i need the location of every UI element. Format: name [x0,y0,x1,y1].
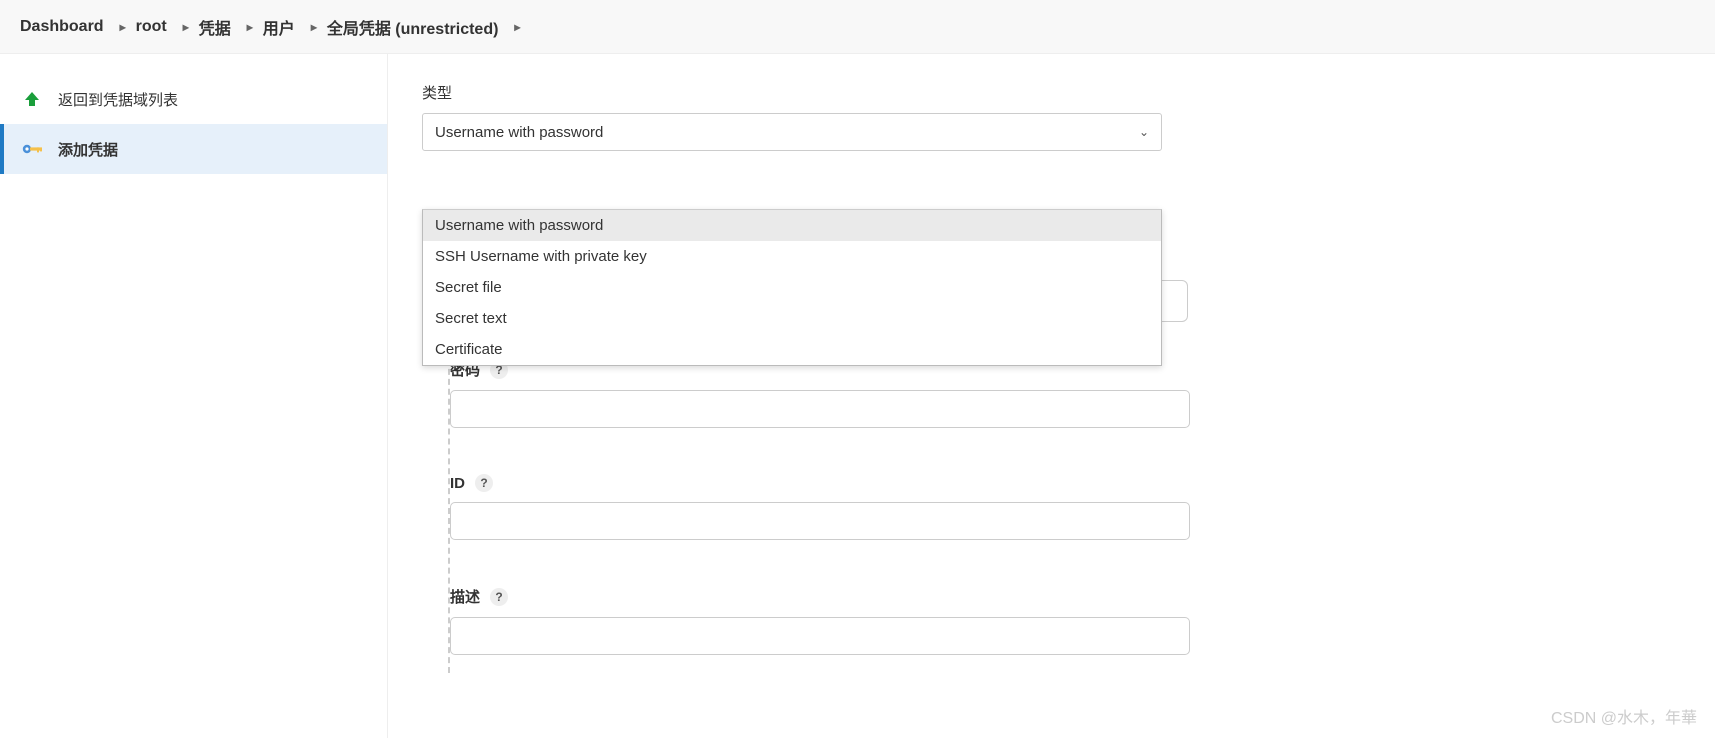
type-select-value: Username with password [435,124,603,141]
chevron-right-icon: ▸ [311,20,317,34]
sidebar-item-label: 返回到凭据域列表 [58,89,178,110]
type-select[interactable]: Username with password ⌄ [422,113,1162,151]
breadcrumb: Dashboard ▸ root ▸ 凭据 ▸ 用户 ▸ 全局凭据 (unres… [0,0,1715,54]
type-option-username-password[interactable]: Username with password [423,210,1161,241]
chevron-down-icon: ⌄ [1139,125,1149,139]
type-option-secret-file[interactable]: Secret file [423,272,1161,303]
chevron-right-icon: ▸ [183,20,189,34]
breadcrumb-item-global[interactable]: 全局凭据 (unrestricted) [327,15,499,39]
breadcrumb-item-root[interactable]: root [136,18,167,36]
chevron-right-icon: ▸ [247,20,253,34]
sidebar-item-label: 添加凭据 [58,139,118,160]
description-label: 描述 ? [450,586,1681,607]
key-icon [20,142,44,156]
description-input[interactable] [450,617,1190,655]
type-option-certificate[interactable]: Certificate [423,334,1161,365]
sidebar-item-add-credentials[interactable]: 添加凭据 [0,124,387,174]
breadcrumb-item-credentials[interactable]: 凭据 [199,15,231,39]
type-option-secret-text[interactable]: Secret text [423,303,1161,334]
main-content: 类型 Username with password ⌄ Username wit… [388,54,1715,738]
id-input[interactable] [450,502,1190,540]
password-input[interactable] [450,390,1190,428]
type-dropdown: Username with password SSH Username with… [422,209,1162,366]
chevron-right-icon: ▸ [120,20,126,34]
type-option-ssh[interactable]: SSH Username with private key [423,241,1161,272]
up-arrow-icon [20,90,44,108]
sidebar: 返回到凭据域列表 添加凭据 [0,54,388,738]
help-icon[interactable]: ? [475,474,493,492]
chevron-right-icon: ▸ [514,20,520,34]
sidebar-item-back[interactable]: 返回到凭据域列表 [0,74,387,124]
id-label: ID ? [450,474,1681,492]
help-icon[interactable]: ? [490,588,508,606]
breadcrumb-item-dashboard[interactable]: Dashboard [20,18,104,36]
breadcrumb-item-user[interactable]: 用户 [263,15,295,39]
type-label: 类型 [422,82,1681,103]
watermark-text: CSDN @水木，年華 [1551,704,1697,728]
hidden-field-edge [1162,280,1188,322]
